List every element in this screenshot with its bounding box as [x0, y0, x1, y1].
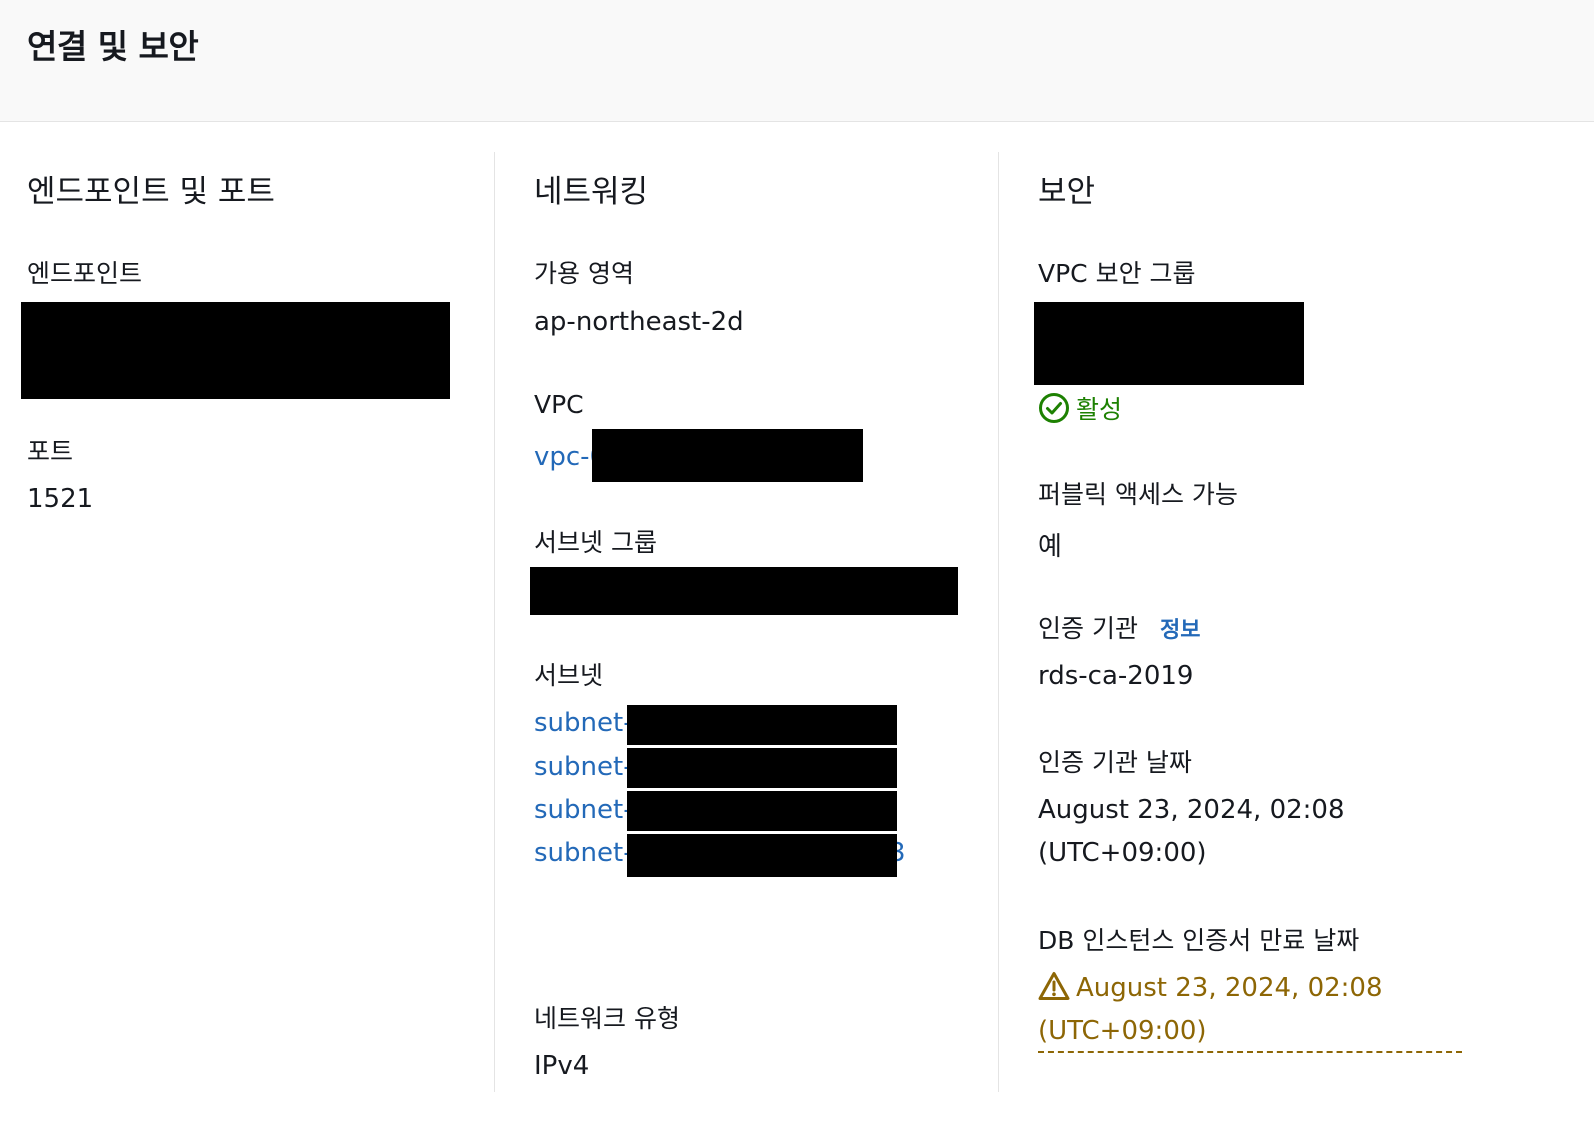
subnets-label: 서브넷 [534, 661, 604, 690]
subnet-id-redacted-2 [627, 748, 897, 788]
certificate-authority-date-line2: (UTC+09:00) [1038, 838, 1207, 868]
subnet-group-label: 서브넷 그룹 [534, 528, 657, 557]
page-title: 연결 및 보안 [27, 27, 199, 66]
certificate-authority-info-link[interactable]: 정보 [1160, 612, 1200, 644]
certificate-authority-date-line1: August 23, 2024, 02:08 [1038, 795, 1345, 825]
endpoint-port-column: 엔드포인트 및 포트 엔드포인트 포트 1521 [0, 152, 494, 1092]
networking-section-title: 네트워킹 [534, 174, 649, 210]
page-header: 연결 및 보안 [0, 0, 1594, 122]
availability-zone-label: 가용 영역 [534, 259, 634, 288]
port-label: 포트 [27, 437, 74, 466]
cert-expiry-value: August 23, 2024, 02:08 (UTC+09:00) [1038, 973, 1383, 1046]
subnet-link-4[interactable]: subnet- [534, 838, 633, 868]
vpc-id-redacted [592, 429, 863, 482]
subnet-id-redacted-3 [627, 791, 897, 831]
endpoint-section-title: 엔드포인트 및 포트 [27, 174, 275, 210]
certificate-authority-date-label: 인증 기관 날짜 [1038, 748, 1192, 777]
cert-expiry-warning[interactable]: August 23, 2024, 02:08 (UTC+09:00) [1038, 967, 1468, 1053]
security-section-title: 보안 [1038, 174, 1096, 210]
subnet-id-redacted-4 [627, 834, 897, 877]
subnet-link-2[interactable]: subnet- [534, 752, 633, 782]
networking-column: 네트워킹 가용 영역 ap-northeast-2d VPC vpc-0 서브넷… [494, 152, 999, 1092]
public-access-value: 예 [1038, 532, 1062, 562]
security-column: 보안 VPC 보안 그룹 활성 퍼블릭 액세스 가능 예 인증 기관 정보 rd… [998, 152, 1594, 1092]
security-group-status: 활성 [1038, 390, 1122, 426]
cert-expiry-label: DB 인스턴스 인증서 만료 날짜 [1038, 926, 1360, 955]
certificate-authority-value: rds-ca-2019 [1038, 661, 1194, 691]
network-type-label: 네트워크 유형 [534, 1004, 680, 1033]
availability-zone-value: ap-northeast-2d [534, 307, 744, 337]
endpoint-value-redacted [21, 302, 450, 399]
subnet-id-redacted-1 [627, 705, 897, 745]
security-group-status-text: 활성 [1076, 395, 1123, 424]
cert-expiry-popover-underline [1038, 1051, 1462, 1053]
vpc-label: VPC [534, 390, 584, 419]
check-circle-icon [1038, 392, 1070, 424]
public-access-label: 퍼블릭 액세스 가능 [1038, 480, 1238, 509]
port-value: 1521 [27, 484, 94, 514]
warning-triangle-icon [1038, 971, 1070, 1001]
vpc-security-group-label: VPC 보안 그룹 [1038, 259, 1196, 288]
subnet-group-value-redacted [530, 567, 958, 615]
subnet-link-1[interactable]: subnet- [534, 708, 633, 738]
network-type-value: IPv4 [534, 1051, 590, 1081]
security-group-redacted [1034, 302, 1304, 385]
subnet-link-3[interactable]: subnet- [534, 795, 633, 825]
certificate-authority-label: 인증 기관 [1038, 614, 1138, 643]
endpoint-label: 엔드포인트 [27, 259, 143, 288]
